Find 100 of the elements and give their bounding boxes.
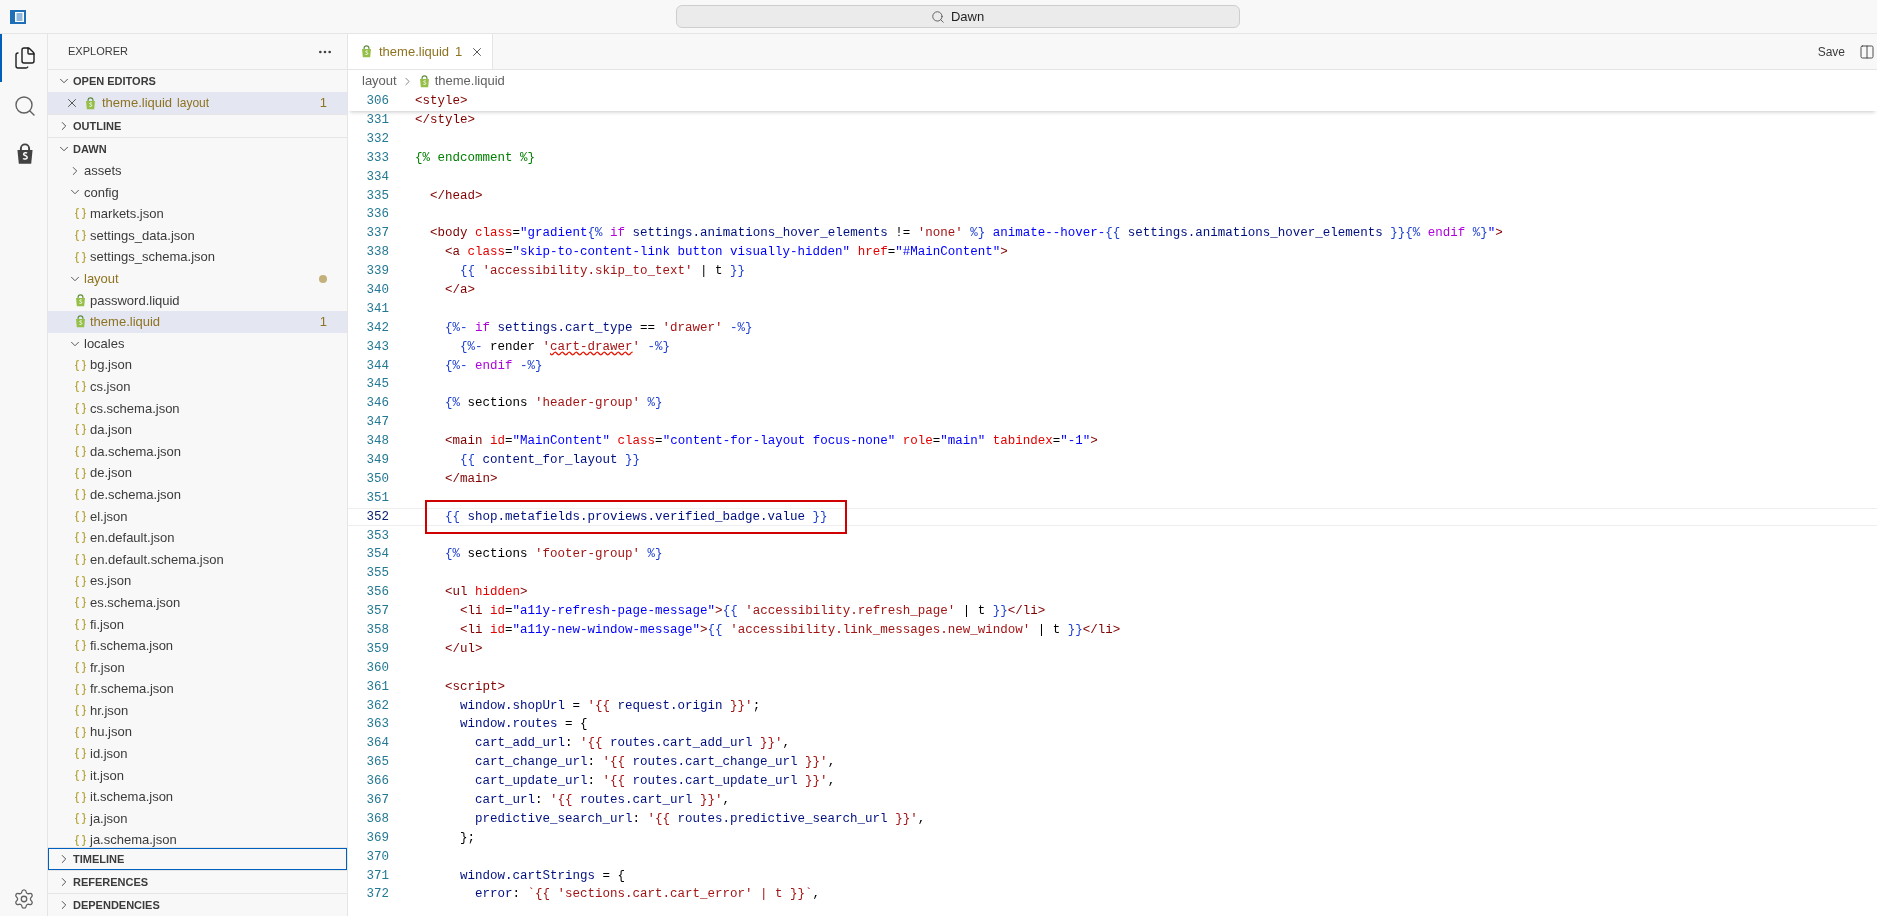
file-item[interactable]: en.default.json bbox=[48, 527, 347, 549]
files-icon[interactable] bbox=[12, 46, 37, 70]
file-item[interactable]: settings_data.json bbox=[48, 224, 347, 247]
file-item[interactable]: settings_schema.json bbox=[48, 246, 347, 268]
braces-icon bbox=[73, 380, 87, 394]
braces-icon bbox=[73, 207, 87, 221]
line-number: 359 bbox=[365, 640, 389, 658]
search-field[interactable]: Dawn bbox=[675, 5, 1240, 28]
search-icon bbox=[930, 9, 945, 24]
bag-icon bbox=[84, 96, 97, 110]
braces-icon bbox=[73, 229, 87, 243]
section-header[interactable]: DAWN bbox=[48, 138, 347, 160]
code-line: <style> bbox=[415, 94, 468, 109]
code-line: {{ shop.metafields.proviews.verified_badge.value }} bbox=[445, 509, 828, 524]
line-number: 306 bbox=[365, 93, 389, 111]
save-button[interactable]: Save bbox=[1817, 42, 1845, 61]
line-number: 334 bbox=[365, 168, 389, 186]
code-line: error: `{{ 'sections.cart.cart_error' | t }}`, bbox=[475, 887, 821, 902]
code-line: window.shopUrl = '{{ request.origin }}'; bbox=[460, 698, 761, 713]
line-number: 337 bbox=[365, 225, 389, 243]
breadcrumb-item[interactable]: theme.liquid bbox=[434, 71, 505, 91]
file-item[interactable]: es.schema.json bbox=[48, 591, 347, 614]
file-item[interactable]: ja.json bbox=[48, 807, 347, 830]
braces-icon bbox=[73, 466, 87, 480]
line-number: 344 bbox=[365, 357, 389, 375]
braces-icon bbox=[73, 639, 87, 653]
file-item[interactable]: fr.schema.json bbox=[48, 678, 347, 700]
line-number: 336 bbox=[365, 206, 389, 224]
section-header[interactable]: OPEN EDITORS bbox=[48, 70, 347, 92]
file-item[interactable]: cs.schema.json bbox=[48, 397, 347, 420]
line-number: 351 bbox=[365, 489, 389, 507]
line-number: 369 bbox=[365, 829, 389, 847]
code-line: </ul> bbox=[445, 641, 483, 656]
file-item[interactable]: es.json bbox=[48, 570, 347, 592]
code-line: {%- if settings.cart_type == 'drawer' -%} bbox=[445, 320, 753, 335]
section-header[interactable]: REFERENCES bbox=[48, 871, 347, 893]
file-item[interactable]: markets.json bbox=[48, 203, 347, 225]
code-line: cart_url: '{{ routes.cart_url }}', bbox=[475, 793, 731, 807]
file-item[interactable]: da.json bbox=[48, 419, 347, 441]
file-item[interactable]: de.json bbox=[48, 462, 347, 484]
file-item[interactable]: id.json bbox=[48, 743, 347, 765]
close-icon[interactable] bbox=[65, 96, 79, 110]
braces-icon bbox=[73, 488, 87, 502]
code-line: </head> bbox=[430, 188, 483, 203]
file-item[interactable]: fi.schema.json bbox=[48, 635, 347, 657]
file-item[interactable]: fi.json bbox=[48, 613, 347, 636]
line-number: 340 bbox=[365, 281, 389, 299]
section-header[interactable]: DEPENDENCIES bbox=[48, 894, 347, 916]
code-line: cart_add_url: '{{ routes.cart_add_url }}', bbox=[475, 736, 791, 751]
braces-icon bbox=[73, 509, 87, 523]
search-icon[interactable] bbox=[12, 94, 37, 118]
line-number: 353 bbox=[365, 527, 389, 545]
file-item[interactable]: da.schema.json bbox=[48, 440, 347, 463]
file-item[interactable]: fr.json bbox=[48, 656, 347, 679]
line-number: 345 bbox=[365, 376, 389, 394]
line-number: 343 bbox=[365, 338, 389, 356]
line-number: 361 bbox=[365, 678, 389, 696]
line-number: 355 bbox=[365, 565, 389, 583]
code-line: {{ 'accessibility.skip_to_text' | t }} bbox=[460, 264, 746, 279]
line-number: 335 bbox=[365, 187, 389, 205]
line-number: 365 bbox=[365, 754, 389, 772]
file-item[interactable]: theme.liquid 1 bbox=[48, 311, 347, 333]
panel-title: EXPLORER bbox=[68, 44, 128, 60]
editor-tab[interactable]: theme.liquid 1 bbox=[348, 34, 494, 69]
code-line: {{ content_for_layout }} bbox=[460, 453, 641, 467]
breadcrumb-item[interactable]: layout bbox=[362, 71, 397, 91]
code-line: predictive_search_url: '{{ routes.predictive_search_url }}', bbox=[475, 811, 926, 826]
file-item[interactable]: hr.json bbox=[48, 699, 347, 722]
split-editor-icon[interactable] bbox=[1859, 43, 1875, 60]
file-item[interactable]: it.json bbox=[48, 764, 347, 787]
code-line: {% sections 'header-group' %} bbox=[445, 396, 663, 411]
settings-icon[interactable] bbox=[12, 888, 35, 910]
line-number: 367 bbox=[365, 792, 389, 809]
line-number: 358 bbox=[365, 622, 389, 639]
line-number: 370 bbox=[365, 848, 389, 866]
file-item[interactable]: password.liquid bbox=[48, 289, 347, 312]
code-line: <li id="a11y-new-window-message">{{ 'accessibility.link_messages.new_window' | t }}</li> bbox=[460, 623, 1121, 637]
code-line: <ul hidden> bbox=[445, 585, 528, 600]
code-line: }; bbox=[460, 830, 476, 845]
line-number: 339 bbox=[365, 263, 389, 281]
folder-item[interactable]: config bbox=[48, 181, 347, 204]
line-number: 332 bbox=[365, 130, 389, 148]
file-item[interactable]: bg.json bbox=[48, 354, 347, 376]
file-item[interactable]: en.default.schema.json bbox=[48, 548, 347, 571]
braces-icon bbox=[73, 833, 87, 847]
line-number: 360 bbox=[365, 659, 389, 677]
section-header[interactable]: OUTLINE bbox=[48, 115, 347, 137]
code-line: </style> bbox=[415, 112, 475, 127]
file-item[interactable]: it.schema.json bbox=[48, 786, 347, 808]
file-item[interactable]: de.schema.json bbox=[48, 483, 347, 506]
section-header[interactable]: TIMELINE bbox=[48, 848, 347, 870]
folder-item[interactable]: locales bbox=[48, 332, 347, 355]
braces-icon bbox=[73, 574, 87, 588]
folder-item[interactable]: assets bbox=[48, 160, 347, 182]
file-item[interactable]: el.json bbox=[48, 505, 347, 528]
folder-item[interactable]: layout bbox=[48, 267, 347, 290]
file-item[interactable]: ja.schema.json bbox=[48, 829, 347, 847]
file-item[interactable]: hu.json bbox=[48, 721, 347, 744]
file-item[interactable]: cs.json bbox=[48, 375, 347, 398]
open-editor-item[interactable]: theme.liquid layout 1 bbox=[48, 92, 347, 114]
